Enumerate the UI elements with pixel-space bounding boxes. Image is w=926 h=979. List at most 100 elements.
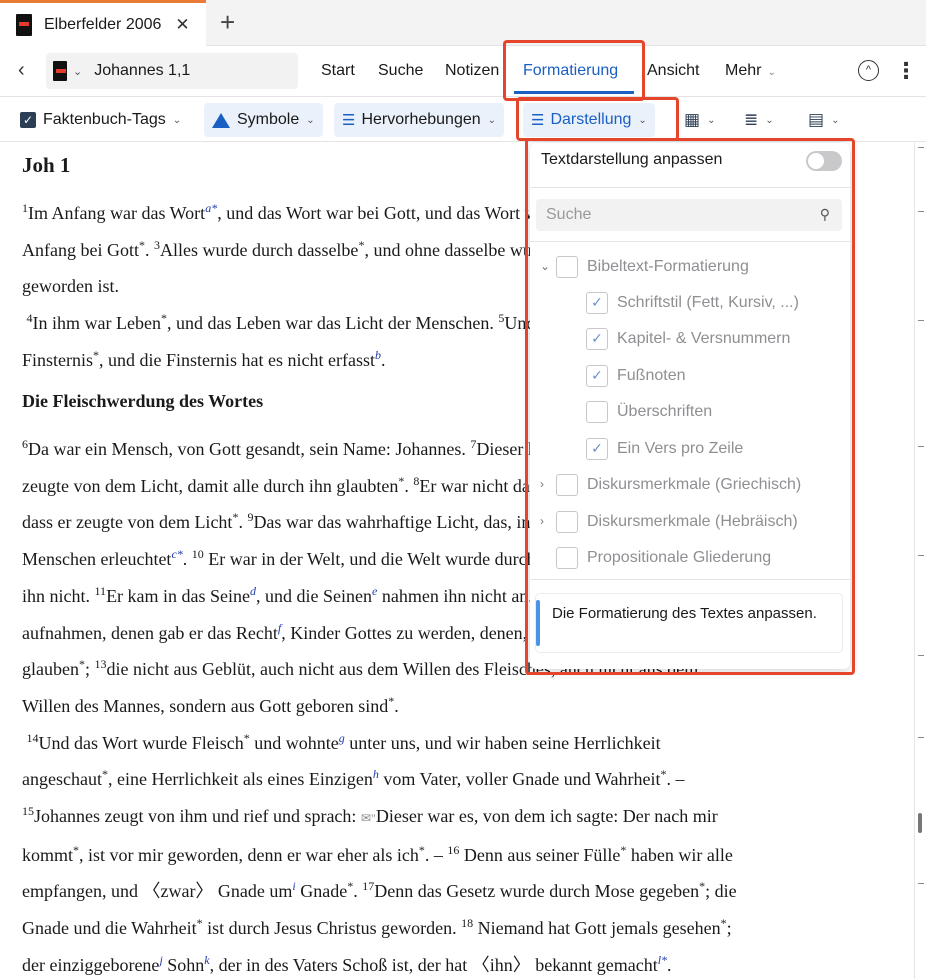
checkbox[interactable]: ✓ <box>586 292 608 314</box>
reference-text[interactable]: Johannes 1,1 <box>94 62 190 80</box>
scrollbar-thumb[interactable] <box>918 813 922 833</box>
margin-marker <box>918 883 924 884</box>
info-tooltip: Die Formatierung des Textes anpassen. <box>536 594 842 652</box>
reading-list-button[interactable]: ≣ ⌄ <box>736 103 782 137</box>
calendar-button[interactable]: ▦ ⌄ <box>676 103 723 137</box>
menu-formatierung[interactable]: Formatierung <box>523 62 618 80</box>
option-bibeltext-formatierung[interactable]: Bibeltext-Formatierung <box>556 255 749 279</box>
symbole-button[interactable]: Symbole ⌄ <box>204 103 323 137</box>
chevron-down-icon: ⌄ <box>172 114 182 126</box>
chevron-down-icon: ⌄ <box>487 114 497 126</box>
scroll-margin[interactable] <box>914 143 926 979</box>
bible-book-icon <box>16 13 32 36</box>
symbole-label: Symbole <box>237 111 300 128</box>
bible-book-icon[interactable] <box>53 61 67 81</box>
option-diskurs-griechisch[interactable]: Diskursmerkmale (Griechisch) <box>556 473 801 497</box>
menu-suche[interactable]: Suche <box>378 62 423 80</box>
option-label: Ein Vers pro Zeile <box>617 440 744 457</box>
triangle-icon <box>212 112 230 128</box>
chevron-down-icon: ⌄ <box>638 114 647 126</box>
margin-marker <box>918 655 924 656</box>
margin-marker <box>918 320 924 321</box>
navigation-bar: ‹ ⌄ Johannes 1,1 Start Suche Notizen For… <box>0 47 926 97</box>
margin-marker <box>918 147 924 148</box>
reference-box[interactable]: ⌄ Johannes 1,1 <box>46 53 298 89</box>
textdarstellung-toggle[interactable] <box>806 151 842 171</box>
margin-marker <box>918 737 924 738</box>
checkbox[interactable]: ✓ <box>586 438 608 460</box>
darstellung-dropdown: Textdarstellung anpassen ⚲ ⌄ Bibeltext-F… <box>530 143 850 669</box>
margin-marker <box>918 446 924 447</box>
faktenbuch-tags-label: Faktenbuch-Tags <box>43 111 166 128</box>
document-button[interactable]: ▤ ⌄ <box>800 103 847 137</box>
formatting-toolbar: ✓ Faktenbuch-Tags ⌄ Symbole ⌄ ☰ Hervorhe… <box>0 98 926 142</box>
close-icon[interactable]: ✕ <box>175 15 189 35</box>
checkbox[interactable] <box>556 511 578 533</box>
margin-marker <box>918 555 924 556</box>
option-diskurs-hebraeisch[interactable]: Diskursmerkmale (Hebräisch) <box>556 510 798 534</box>
more-options-icon[interactable]: ⋮ <box>895 58 917 84</box>
document-icon: ▤ <box>808 110 825 129</box>
option-label: Schriftstil (Fett, Kursiv, ...) <box>617 294 799 311</box>
option-schriftstil[interactable]: ✓ Schriftstil (Fett, Kursiv, ...) <box>586 291 799 315</box>
checkbox[interactable]: ✓ <box>586 365 608 387</box>
option-kapitel-versnummern[interactable]: ✓ Kapitel- & Versnummern <box>586 327 790 351</box>
section-heading: Die Fleischwerdung des Wortes <box>22 391 264 411</box>
option-fussnoten[interactable]: ✓ Fußnoten <box>586 364 685 388</box>
calendar-icon: ▦ <box>684 110 701 129</box>
list-icon: ≣ <box>744 110 759 129</box>
search-input[interactable] <box>536 199 786 231</box>
option-label: Propositionale Gliederung <box>587 549 772 566</box>
option-label: Überschriften <box>617 403 713 420</box>
checkbox[interactable] <box>586 401 608 423</box>
highlight-lines-icon: ☰ <box>342 112 355 129</box>
darstellung-button[interactable]: ☰ Darstellung ⌄ <box>523 103 655 137</box>
search-box[interactable]: ⚲ <box>536 199 842 231</box>
divider <box>530 579 850 580</box>
checkbox[interactable] <box>556 474 578 496</box>
chevron-down-icon: ⌄ <box>767 67 776 78</box>
document-tab[interactable]: Elberfelder 2006 ✕ <box>0 0 206 46</box>
chevron-down-icon: ⌄ <box>707 114 716 126</box>
bible-app-window: { "tabs": { "doc_tab_title": "Elberfelde… <box>0 0 926 979</box>
option-label: Diskursmerkmale (Griechisch) <box>587 476 802 493</box>
hervorhebungen-label: Hervorhebungen <box>361 111 481 128</box>
tab-strip: Elberfelder 2006 ✕ + <box>0 0 926 46</box>
document-tab-title: Elberfelder 2006 <box>44 15 162 33</box>
divider <box>530 187 850 188</box>
menu-mehr[interactable]: Mehr ⌄ <box>725 62 776 80</box>
option-ueberschriften[interactable]: Überschriften <box>586 400 712 424</box>
chevron-right-icon[interactable]: › <box>540 514 544 528</box>
option-propositionale-gliederung[interactable]: Propositionale Gliederung <box>556 546 771 570</box>
margin-marker <box>918 211 924 212</box>
active-menu-indicator <box>514 91 634 94</box>
chevron-down-icon[interactable]: ⌄ <box>540 259 550 273</box>
option-label: Kapitel- & Versnummern <box>617 330 791 347</box>
checkbox[interactable] <box>556 547 578 569</box>
chevron-right-icon[interactable]: › <box>540 477 544 491</box>
menu-mehr-label[interactable]: Mehr <box>725 62 761 79</box>
text-display-icon: ☰ <box>531 112 544 129</box>
new-tab-icon[interactable]: + <box>220 7 235 38</box>
search-icon[interactable]: ⚲ <box>820 206 830 223</box>
checkbox[interactable] <box>556 256 578 278</box>
hervorhebungen-button[interactable]: ☰ Hervorhebungen ⌄ <box>334 103 505 137</box>
chevron-down-icon[interactable]: ⌄ <box>73 65 82 78</box>
panel-title: Textdarstellung anpassen <box>541 151 723 168</box>
option-label: Diskursmerkmale (Hebräisch) <box>587 513 798 530</box>
option-label: Fußnoten <box>617 367 686 384</box>
menu-ansicht[interactable]: Ansicht <box>647 62 699 80</box>
back-icon[interactable]: ‹ <box>18 59 25 82</box>
checkbox-icon: ✓ <box>20 112 36 128</box>
chapter-title: Joh 1 <box>22 153 71 177</box>
menu-start[interactable]: Start <box>321 62 355 80</box>
option-label: Bibeltext-Formatierung <box>587 258 749 275</box>
chevron-down-icon: ⌄ <box>306 114 315 126</box>
faktenbuch-tags-button[interactable]: ✓ Faktenbuch-Tags ⌄ <box>12 103 189 137</box>
chevron-down-icon: ⌄ <box>831 114 840 126</box>
chevron-down-icon: ⌄ <box>765 114 774 126</box>
collapse-up-icon[interactable]: ^ <box>858 60 879 81</box>
menu-notizen[interactable]: Notizen <box>445 62 499 80</box>
checkbox[interactable]: ✓ <box>586 328 608 350</box>
option-ein-vers-pro-zeile[interactable]: ✓ Ein Vers pro Zeile <box>586 437 743 461</box>
